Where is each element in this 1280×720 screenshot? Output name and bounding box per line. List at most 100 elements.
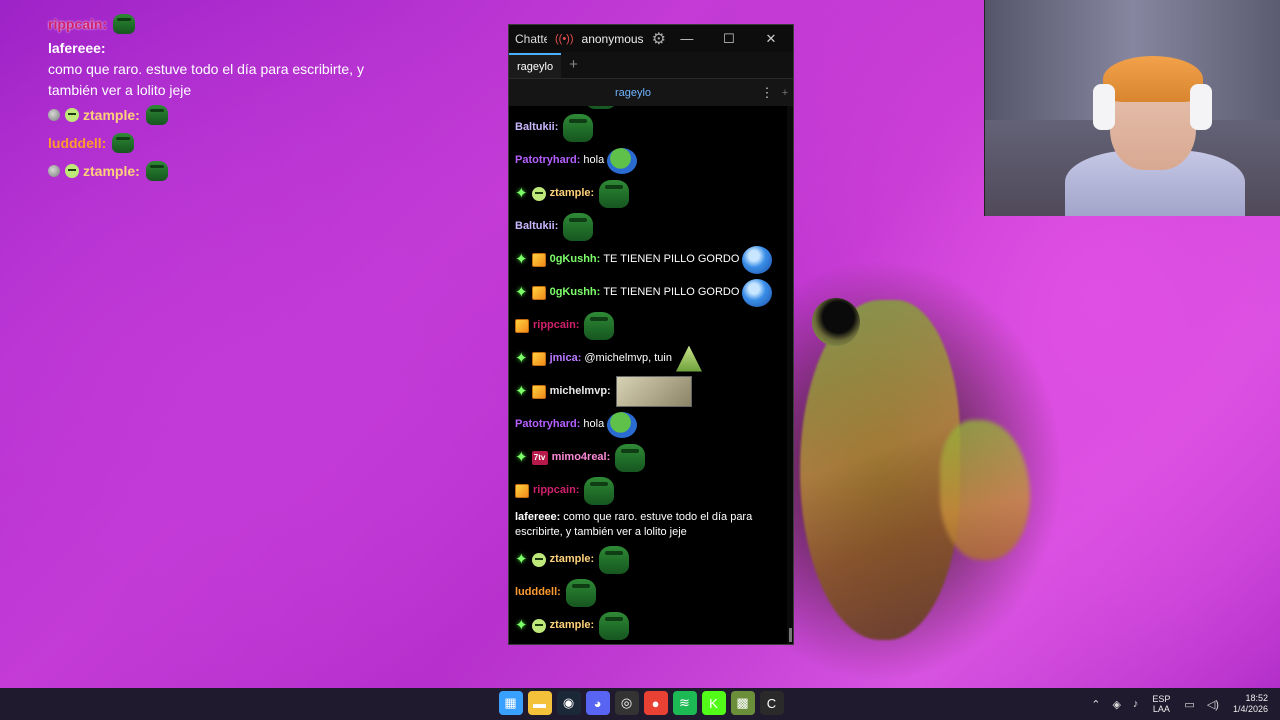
alien-badge-icon — [65, 108, 79, 122]
obs-icon[interactable]: ◎ — [614, 691, 639, 715]
sparkle-badge-icon[interactable]: ✦ — [515, 450, 528, 465]
sparkle-badge-icon[interactable]: ✦ — [515, 351, 528, 366]
seventv-badge-icon[interactable]: 7tv — [531, 450, 548, 465]
pepe-emote-icon[interactable] — [565, 578, 596, 607]
chatterino-window[interactable]: Chatterino ((•)) anonymous ⚙ — ☐ ✕ ragey… — [508, 24, 794, 645]
message-username[interactable]: Patotryhard: — [515, 153, 580, 168]
live-stream-icon[interactable]: ((•)) — [555, 33, 574, 45]
add-tab-icon[interactable]: + — [569, 56, 578, 78]
message-username[interactable]: jmica: — [550, 351, 582, 366]
microphone-icon[interactable]: ♪ — [1133, 698, 1139, 710]
message-text: @michelmvp, tuin — [584, 352, 672, 364]
channel-name[interactable]: rageylo — [509, 87, 757, 99]
message-username[interactable]: ztample: — [550, 186, 595, 201]
start-icon[interactable]: ▦ — [498, 691, 523, 715]
pepe-emote-icon[interactable] — [584, 311, 615, 340]
pepe-emote-icon[interactable] — [563, 212, 594, 241]
chat-scrollbar[interactable] — [787, 106, 793, 644]
alien-badge-icon[interactable] — [531, 552, 546, 567]
overlay-chat-line: ztample: — [48, 101, 378, 129]
tab-rageylo[interactable]: rageylo — [509, 53, 562, 78]
sparkle-badge-icon[interactable]: ✦ — [515, 285, 528, 300]
language-indicator[interactable]: ESP LAA — [1152, 694, 1170, 714]
pepe-emote-icon[interactable] — [599, 611, 630, 640]
message-username[interactable]: Patotryhard: — [515, 417, 580, 432]
message-username[interactable]: 0gKushh: — [550, 285, 601, 300]
cone-emote-icon[interactable] — [675, 345, 702, 372]
scrollbar-thumb[interactable] — [789, 628, 792, 642]
pepe-emote-icon[interactable] — [584, 476, 615, 505]
message-text: hola — [583, 154, 605, 166]
wallpaper-frog-eye — [812, 298, 860, 346]
lang-bottom: LAA — [1152, 704, 1170, 714]
pepe-emote-icon[interactable] — [599, 179, 630, 208]
minimize-button[interactable]: — — [666, 31, 708, 46]
gift-box-badge-icon[interactable] — [531, 252, 546, 267]
blue-emote-icon[interactable] — [742, 278, 773, 307]
alien-badge-icon[interactable] — [531, 186, 546, 201]
message-text: TE TIENEN PILLO GORDO — [603, 286, 740, 298]
overlay-chat-line: ludddell: — [48, 129, 378, 157]
security-shield-icon[interactable]: ◈ — [1112, 698, 1120, 711]
taskbar-apps: ▦ ▬ ◉ ◕ ◎ ● ≋ K ▩ C — [496, 691, 786, 715]
pepe-emote-icon[interactable] — [615, 443, 646, 472]
pepe-emote-icon[interactable] — [563, 113, 594, 142]
window-titlebar[interactable]: Chatterino ((•)) anonymous ⚙ — ☐ ✕ — [509, 25, 793, 52]
frog-hola-emote-icon[interactable] — [607, 411, 638, 438]
account-user[interactable]: anonymous — [582, 32, 644, 46]
maximize-button[interactable]: ☐ — [708, 31, 750, 47]
blue-emote-icon[interactable] — [742, 245, 773, 274]
chatterino-icon[interactable]: C — [759, 691, 784, 715]
network-icon[interactable]: ▭ — [1184, 698, 1194, 711]
discord-icon[interactable]: ◕ — [585, 691, 610, 715]
message-username[interactable]: ludddell: — [515, 585, 561, 600]
sparkle-badge-icon[interactable]: ✦ — [515, 618, 528, 633]
message-username[interactable]: lafereee: — [515, 511, 560, 523]
message-username[interactable]: michelmvp: — [550, 384, 611, 399]
settings-gear-icon[interactable]: ⚙ — [652, 29, 666, 49]
gift-box-badge-icon[interactable] — [531, 285, 546, 300]
message-username[interactable]: rippcain: — [533, 318, 579, 333]
frog-hola-emote-icon[interactable] — [607, 147, 638, 174]
pepe-emote-icon[interactable] — [586, 106, 617, 109]
split-header: rageylo ⋮ + — [509, 79, 793, 106]
steam-icon[interactable]: ◉ — [556, 691, 581, 715]
gift-box-badge-icon[interactable] — [515, 318, 529, 333]
kick-icon[interactable]: K — [701, 691, 726, 715]
sparkle-badge-icon[interactable]: ✦ — [515, 552, 528, 567]
clock[interactable]: 18:52 1/4/2026 — [1233, 693, 1268, 715]
message-username[interactable]: ztample: — [550, 618, 595, 633]
overlay-username: rippcain: — [48, 15, 108, 32]
message-username[interactable]: mimo4real: — [552, 450, 611, 465]
spotify-icon[interactable]: ≋ — [672, 691, 697, 715]
chrome-icon[interactable]: ● — [643, 691, 668, 715]
message-username[interactable]: Baltukii: — [515, 120, 558, 135]
gift-box-badge-icon[interactable] — [515, 483, 529, 498]
message-username[interactable]: 0gKushh: — [550, 252, 601, 267]
split-menu-icon[interactable]: ⋮ — [757, 85, 777, 101]
close-button[interactable]: ✕ — [750, 31, 792, 47]
message-username[interactable]: ztample: — [550, 552, 595, 567]
chat-messages[interactable]: ✦jmica:Baltukii:Patotryhard:hola✦ztample… — [509, 106, 787, 644]
chat-message: ✦ 7tv mimo4real: — [515, 441, 787, 474]
pepe-emote-icon[interactable] — [599, 545, 630, 574]
meme-image-emote-icon[interactable] — [615, 376, 692, 407]
gift-box-badge-icon[interactable] — [531, 384, 546, 399]
volume-icon[interactable]: ◁) — [1207, 698, 1219, 711]
gift-box-badge-icon[interactable] — [531, 351, 546, 366]
message-username[interactable]: Baltukii: — [515, 219, 558, 234]
pepe-emote-icon — [112, 133, 135, 153]
sparkle-badge-icon[interactable]: ✦ — [515, 252, 528, 267]
sparkle-badge-icon[interactable]: ✦ — [515, 384, 528, 399]
overlay-chat-line: rippcain: — [48, 10, 378, 38]
sparkle-badge-icon[interactable]: ✦ — [515, 186, 528, 201]
chat-message: ✦ ztample: — [515, 543, 787, 576]
tray-overflow-chevron-icon[interactable]: ⌃ — [1091, 698, 1100, 711]
webcam-headphone-right — [1190, 84, 1212, 130]
file-explorer-icon[interactable]: ▬ — [527, 691, 552, 715]
message-username[interactable]: rippcain: — [533, 483, 579, 498]
alien-badge-icon[interactable] — [531, 618, 546, 633]
minecraft-icon[interactable]: ▩ — [730, 691, 755, 715]
add-split-icon[interactable]: + — [777, 87, 793, 99]
wallpaper-frog-leg — [940, 420, 1030, 560]
